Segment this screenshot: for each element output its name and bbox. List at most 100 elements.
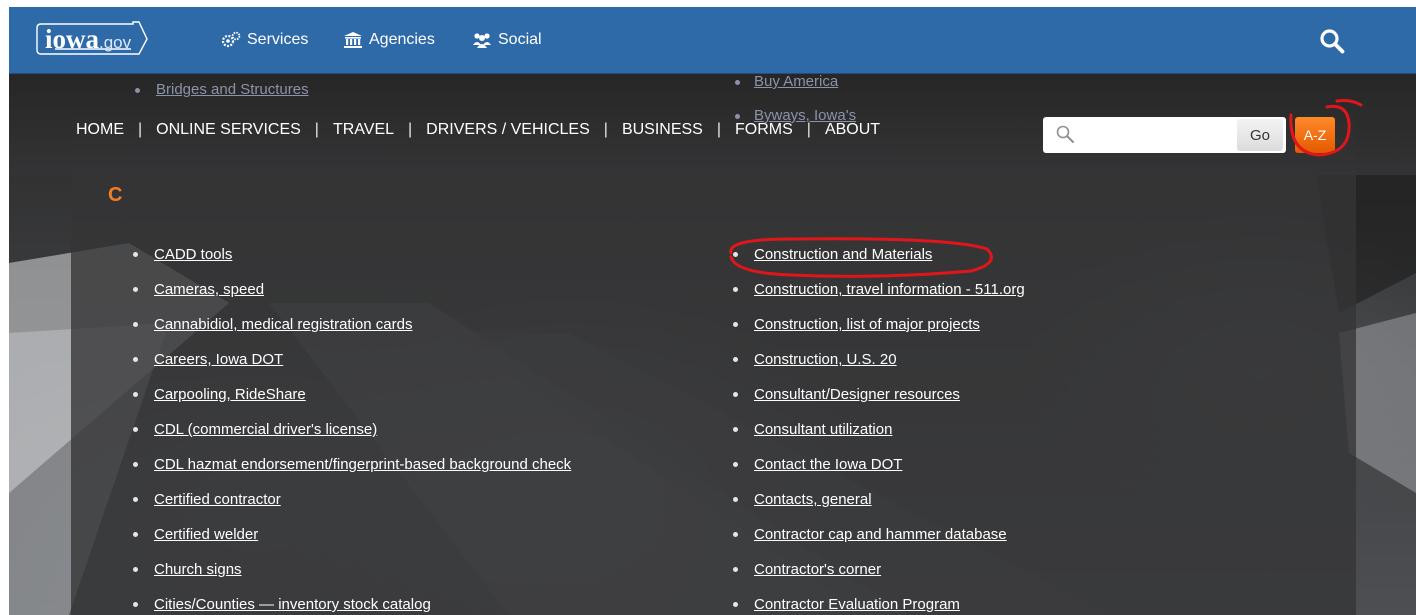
list-item: Carpooling, RideShare — [131, 377, 571, 412]
bullet — [133, 462, 138, 467]
bullet — [133, 567, 138, 572]
list-item: CDL (commercial driver's license) — [131, 412, 571, 447]
main-navigation: HOME | ONLINE SERVICES | TRAVEL | DRIVER… — [76, 121, 880, 139]
a-z-right-link[interactable]: Contractor Evaluation Program — [754, 596, 960, 613]
a-z-left-link[interactable]: Cities/Counties — inventory stock catalo… — [154, 596, 431, 613]
a-z-left-link[interactable]: Careers, Iowa DOT — [154, 351, 283, 368]
a-z-right-link[interactable]: Contractor cap and hammer database — [754, 526, 1007, 543]
bullet — [133, 392, 138, 397]
a-z-right-link[interactable]: Contact the Iowa DOT — [754, 456, 902, 473]
nav-travel[interactable]: TRAVEL — [333, 121, 394, 139]
nav-forms[interactable]: FORMS — [735, 121, 793, 139]
bullet — [133, 287, 138, 292]
a-z-right-link[interactable]: Contacts, general — [754, 491, 872, 508]
right-link-list: Construction and Materials Construction, … — [731, 237, 1025, 615]
iowa-gov-topbar: iowa.gov Services Agencies Social — [9, 7, 1416, 74]
logo-suffix: .gov — [99, 33, 132, 52]
page: iowa.gov Services Agencies Social Bridge… — [9, 7, 1416, 615]
bullet — [133, 252, 138, 257]
bullet — [733, 427, 738, 432]
nav-separator: | — [314, 121, 319, 138]
bullet — [733, 567, 738, 572]
a-z-left-link[interactable]: Cameras, speed — [154, 281, 264, 298]
list-item: Cannabidiol, medical registration cards — [131, 307, 571, 342]
list-item: CDL hazmat endorsement/fingerprint-based… — [131, 447, 571, 482]
people-icon — [473, 33, 491, 48]
nav-separator: | — [806, 121, 811, 138]
a-z-left-link[interactable]: Certified welder — [154, 526, 258, 543]
a-z-left-link[interactable]: Cannabidiol, medical registration cards — [154, 316, 412, 333]
list-item: Contractor cap and hammer database — [731, 517, 1025, 552]
go-button[interactable]: Go — [1237, 119, 1283, 151]
list-item: Consultant/Designer resources — [731, 377, 1025, 412]
a-z-right-link[interactable]: Construction and Materials — [754, 246, 932, 263]
list-item: Cities/Counties — inventory stock catalo… — [131, 587, 571, 615]
nav-online-services[interactable]: ONLINE SERVICES — [156, 121, 301, 139]
list-item: Careers, Iowa DOT — [131, 342, 571, 377]
peek-link-right-top[interactable]: Buy America — [735, 73, 838, 90]
list-item: Construction, travel information - 511.o… — [731, 272, 1025, 307]
list-item: Construction and Materials — [731, 237, 1025, 272]
list-item: Certified welder — [131, 517, 571, 552]
list-item: Cameras, speed — [131, 272, 571, 307]
agencies-label: Agencies — [369, 31, 435, 48]
bullet — [135, 87, 140, 93]
nav-business[interactable]: BUSINESS — [622, 121, 703, 139]
a-z-left-link[interactable]: Carpooling, RideShare — [154, 386, 306, 403]
services-menu[interactable]: Services — [221, 31, 308, 49]
social-label: Social — [498, 31, 542, 48]
a-z-left-link[interactable]: Church signs — [154, 561, 242, 578]
agencies-menu[interactable]: Agencies — [343, 31, 435, 49]
bullet — [733, 602, 738, 607]
peek-link-right-top-text: Buy America — [754, 73, 839, 90]
bullet — [733, 357, 738, 362]
a-z-right-link[interactable]: Contractor's corner — [754, 561, 881, 578]
list-item: Construction, U.S. 20 — [731, 342, 1025, 377]
search-icon[interactable] — [1319, 28, 1345, 54]
list-item: Contractor Evaluation Program — [731, 587, 1025, 615]
bullet — [133, 427, 138, 432]
logo-text[interactable]: iowa.gov — [45, 24, 131, 55]
bullet — [735, 113, 740, 119]
gears-icon — [221, 31, 241, 48]
services-label: Services — [247, 31, 309, 48]
peek-link-left-text: Bridges and Structures — [156, 81, 309, 98]
nav-separator: | — [716, 121, 722, 138]
a-z-button[interactable]: A-Z — [1295, 117, 1335, 153]
list-item: Contacts, general — [731, 482, 1025, 517]
list-item: Consultant utilization — [731, 412, 1025, 447]
list-item: Certified contractor — [131, 482, 571, 517]
nav-home[interactable]: HOME — [76, 121, 124, 139]
nav-about[interactable]: ABOUT — [825, 121, 880, 139]
bullet — [733, 322, 738, 327]
logo-main: iowa — [45, 24, 99, 54]
bullet — [735, 79, 740, 85]
social-menu[interactable]: Social — [472, 31, 542, 49]
bullet — [733, 532, 738, 537]
nav-separator: | — [138, 121, 143, 138]
list-item: Contact the Iowa DOT — [731, 447, 1025, 482]
nav-separator: | — [408, 121, 413, 138]
a-z-right-link[interactable]: Consultant/Designer resources — [754, 386, 960, 403]
a-z-right-link[interactable]: Construction, U.S. 20 — [754, 351, 897, 368]
list-item: Construction, list of major projects — [731, 307, 1025, 342]
bullet — [133, 532, 138, 537]
building-icon — [344, 32, 362, 48]
bullet — [133, 497, 138, 502]
nav-drivers-vehicles[interactable]: DRIVERS / VEHICLES — [426, 121, 590, 139]
list-item: CADD tools — [131, 237, 571, 272]
a-z-left-link[interactable]: CADD tools — [154, 246, 232, 263]
a-z-left-link[interactable]: CDL (commercial driver's license) — [154, 421, 377, 438]
bullet — [733, 287, 738, 292]
nav-separator: | — [603, 121, 608, 138]
a-z-right-link[interactable]: Construction, travel information - 511.o… — [754, 281, 1025, 298]
a-z-left-link[interactable]: Certified contractor — [154, 491, 281, 508]
peek-link-left[interactable]: Bridges and Structures — [135, 81, 309, 98]
a-z-left-link[interactable]: CDL hazmat endorsement/fingerprint-based… — [154, 456, 571, 473]
bullet — [733, 252, 738, 257]
section-letter: C — [108, 184, 123, 206]
bullet — [733, 497, 738, 502]
a-z-right-link[interactable]: Consultant utilization — [754, 421, 892, 438]
a-z-right-link[interactable]: Construction, list of major projects — [754, 316, 980, 333]
bullet — [133, 602, 138, 607]
